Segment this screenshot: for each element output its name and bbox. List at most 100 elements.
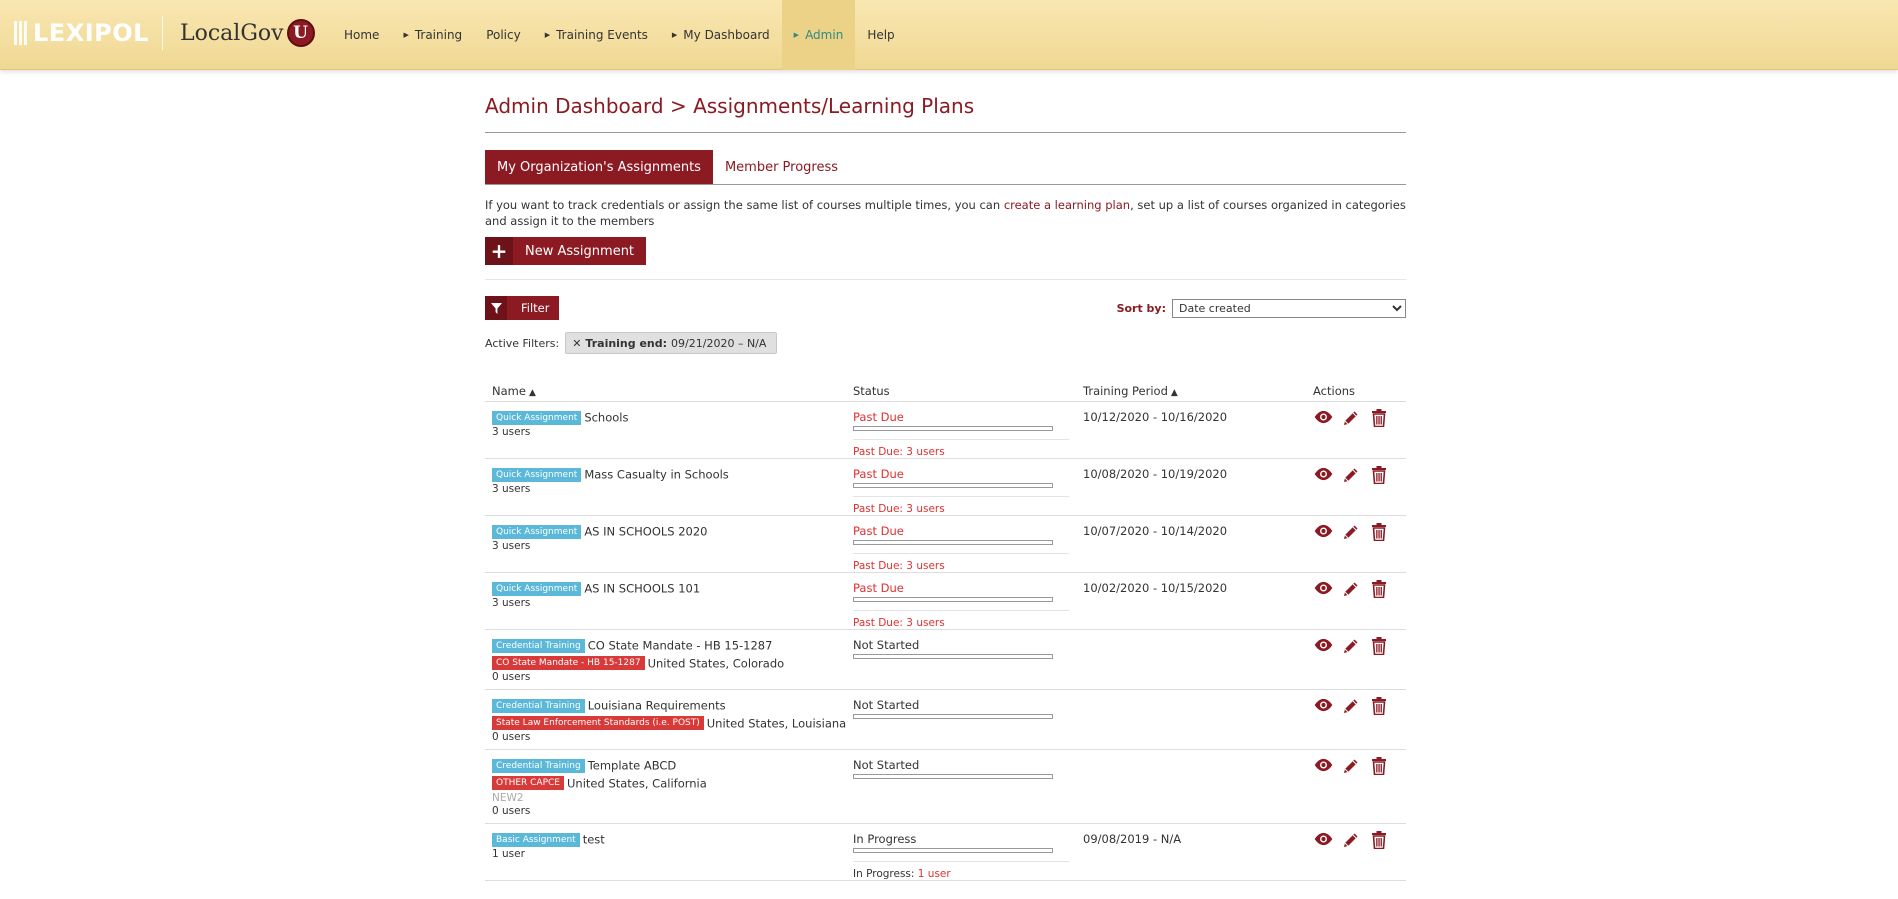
assignment-name[interactable]: Template ABCD [588, 759, 677, 773]
column-header-period-label: Training Period [1083, 383, 1168, 398]
nav-item-label: Training Events [556, 28, 648, 42]
pencil-icon[interactable] [1342, 580, 1362, 598]
status-summary: Past Due: 3 users [853, 496, 1069, 515]
cell-training-period: 09/08/2019 - N/A [1083, 832, 1182, 846]
status-summary-text: In Progress: [853, 868, 918, 880]
name-line: Credential Training CO State Mandate - HB… [492, 638, 853, 653]
sort-icon: ▲︎ [528, 387, 536, 398]
nav-item-label: Admin [805, 28, 844, 42]
trash-icon[interactable] [1371, 466, 1391, 485]
trash-icon[interactable] [1371, 637, 1391, 656]
caret-right-icon: ▶ [671, 31, 678, 39]
assignment-name[interactable]: Mass Casualty in Schools [584, 468, 729, 482]
nav-item-home[interactable]: Home [332, 0, 391, 70]
trash-icon[interactable] [1371, 697, 1391, 716]
trash-icon[interactable] [1371, 831, 1391, 850]
status-summary-text[interactable]: Past Due: 3 users [853, 446, 945, 458]
nav-item-policy[interactable]: Policy [474, 0, 533, 70]
assignment-type-badge: Credential Training [492, 758, 585, 773]
caret-right-icon: ▶ [403, 31, 409, 39]
cell-actions [1313, 459, 1406, 515]
cell-actions [1313, 630, 1406, 689]
assignment-name[interactable]: Schools [584, 411, 628, 425]
status-text: Not Started [853, 698, 920, 712]
pencil-icon[interactable] [1342, 466, 1362, 484]
name-line: Credential Training Louisiana Requirement… [492, 698, 853, 713]
assignment-type-badge: Quick Assignment [492, 410, 582, 425]
active-filters-label: Active Filters: [485, 336, 560, 350]
nav-item-label: Help [867, 28, 895, 42]
tab-my-organization-assignments[interactable]: My Organization's Assignments [485, 150, 713, 184]
assignment-name[interactable]: AS IN SCHOOLS 101 [584, 582, 700, 596]
cell-status: Not Started [853, 630, 1083, 689]
nav-item-admin[interactable]: ▶ Admin [781, 0, 856, 70]
nav-item-help[interactable]: Help [855, 0, 906, 70]
name-line: Quick Assignment Schools [492, 410, 853, 425]
status-text: Past Due [853, 524, 904, 538]
close-icon[interactable]: ✕ [572, 337, 581, 350]
eye-icon[interactable] [1313, 580, 1333, 598]
pencil-icon[interactable] [1342, 523, 1362, 541]
cell-name: Basic Assignment test 1 user [485, 824, 853, 880]
filter-button[interactable]: Filter [485, 296, 560, 320]
table-row: Quick Assignment Mass Casualty in Schools… [485, 459, 1406, 516]
lexipol-logo[interactable]: LEXIPOL [14, 16, 149, 50]
status-summary-text[interactable]: Past Due: 3 users [853, 503, 945, 515]
assignment-name[interactable]: AS IN SCHOOLS 2020 [584, 525, 707, 539]
nav-item-my-dashboard[interactable]: ▶ My Dashboard [660, 0, 782, 70]
nav-item-training-events[interactable]: ▶ Training Events [533, 0, 660, 70]
column-header-name[interactable]: Name ▲︎ [485, 384, 853, 398]
sort-icon: ▲︎ [1170, 387, 1178, 398]
filter-chip-key: Training end: [585, 336, 668, 350]
new-assignment-button[interactable]: + New Assignment [485, 237, 647, 265]
create-learning-plan-link[interactable]: create a learning plan [1004, 198, 1130, 212]
status-summary-text[interactable]: Past Due: 3 users [853, 560, 945, 572]
trash-icon[interactable] [1371, 580, 1391, 599]
eye-icon[interactable] [1313, 637, 1333, 655]
status-text: In Progress [853, 832, 917, 846]
column-header-training-period[interactable]: Training Period ▲︎ [1083, 384, 1313, 398]
eye-icon[interactable] [1313, 831, 1333, 849]
trash-icon[interactable] [1371, 409, 1391, 428]
caret-right-icon: ▶ [793, 31, 800, 39]
eye-icon[interactable] [1313, 466, 1333, 484]
trash-icon[interactable] [1371, 523, 1391, 542]
pencil-icon[interactable] [1342, 637, 1362, 655]
column-header-name-label: Name [492, 383, 526, 398]
cell-status: Past Due Past Due: 3 users [853, 573, 1083, 629]
cell-actions [1313, 690, 1406, 749]
status-summary: Past Due: 3 users [853, 439, 1069, 458]
page-title: Admin Dashboard > Assignments/Learning P… [485, 94, 1406, 133]
assignment-name[interactable]: Louisiana Requirements [588, 699, 726, 713]
user-count: 3 users [492, 539, 531, 552]
pencil-icon[interactable] [1342, 409, 1362, 427]
name-line: Quick Assignment AS IN SCHOOLS 101 [492, 581, 853, 596]
cell-training-period: 10/02/2020 - 10/15/2020 [1083, 581, 1228, 595]
nav-item-training[interactable]: ▶ Training [391, 0, 474, 70]
pencil-icon[interactable] [1342, 697, 1362, 715]
localgov-logo-text: LocalGov [180, 20, 284, 46]
cell-actions [1313, 402, 1406, 458]
eye-icon[interactable] [1313, 409, 1333, 427]
eye-icon[interactable] [1313, 523, 1333, 541]
tab-member-progress[interactable]: Member Progress [713, 150, 850, 184]
assignment-name[interactable]: test [583, 833, 605, 847]
progress-bar [853, 426, 1053, 431]
eye-icon[interactable] [1313, 697, 1333, 715]
assignments-table: Name ▲︎ Status Training Period ▲︎ Actions … [485, 380, 1406, 881]
new-assignment-label: New Assignment [525, 243, 635, 259]
pencil-icon[interactable] [1342, 831, 1362, 849]
table-row: Credential Training Louisiana Requirement… [485, 690, 1406, 750]
credential-tag-badge: OTHER CAPCE [492, 776, 564, 790]
pencil-icon[interactable] [1342, 757, 1362, 775]
status-summary-text[interactable]: Past Due: 3 users [853, 617, 945, 629]
sort-by-select[interactable]: Date created [1172, 298, 1406, 318]
status-summary-link[interactable]: 1 user [918, 868, 951, 880]
cell-training-period: 10/12/2020 - 10/16/2020 [1083, 410, 1228, 424]
trash-icon[interactable] [1371, 757, 1391, 776]
assignment-name[interactable]: CO State Mandate - HB 15-1287 [588, 639, 773, 653]
eye-icon[interactable] [1313, 757, 1333, 775]
assignment-extra-label: NEW2 [492, 792, 524, 804]
localgov-logo[interactable]: LocalGov U [180, 19, 315, 47]
nav-item-label: Home [344, 28, 380, 42]
